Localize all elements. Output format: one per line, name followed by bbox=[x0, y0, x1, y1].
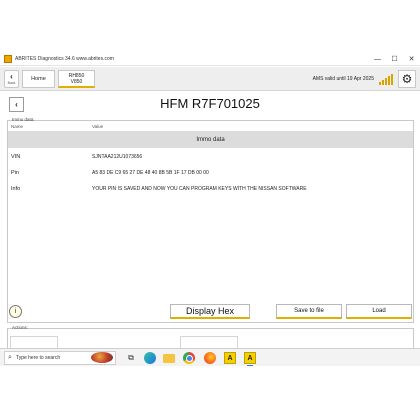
search-placeholder: Type here to search bbox=[15, 355, 61, 361]
settings-gear-icon[interactable]: ⚙ bbox=[398, 70, 416, 88]
save-to-file-button[interactable]: Save to file bbox=[276, 304, 342, 319]
firefox-browser-icon[interactable] bbox=[204, 352, 216, 364]
immo-group-label: Immo data: bbox=[12, 117, 35, 122]
row-value-vin[interactable]: SJNTAA212U1073656 bbox=[92, 154, 142, 160]
info-icon[interactable]: i bbox=[9, 305, 22, 318]
main-toolbar: ‹ Back Home RH850 V850 AMS valid until 1… bbox=[0, 67, 420, 91]
news-widget-icon[interactable] bbox=[91, 352, 113, 363]
column-header-value: Value bbox=[92, 124, 104, 129]
maximize-button[interactable]: ☐ bbox=[386, 52, 403, 66]
row-value-info[interactable]: YOUR PIN IS SAVED AND NOW YOU CAN PROGRA… bbox=[92, 186, 307, 192]
chrome-browser-icon[interactable] bbox=[183, 352, 195, 364]
row-name-pin: Pin bbox=[11, 170, 19, 176]
minimize-button[interactable]: — bbox=[369, 52, 386, 66]
search-icon: ⌕ bbox=[8, 354, 12, 361]
file-explorer-icon[interactable] bbox=[163, 354, 175, 363]
windows-taskbar: ⌕ Type here to search ⧉ A A bbox=[0, 348, 420, 366]
actions-label: Actions: bbox=[12, 325, 29, 330]
back-arrow-icon: ‹ bbox=[10, 72, 13, 81]
immo-section-header: Immo data bbox=[8, 131, 413, 148]
display-hex-button[interactable]: Display Hex bbox=[170, 304, 250, 319]
home-button[interactable]: Home bbox=[22, 70, 55, 88]
immo-data-group bbox=[7, 120, 414, 323]
toolbar-back-label: Back bbox=[7, 81, 16, 85]
ams-validity-text: AMS valid until 19 Apr 2025 bbox=[312, 76, 374, 82]
row-name-info: Info bbox=[11, 186, 21, 192]
close-button[interactable]: ✕ bbox=[403, 52, 420, 66]
module-button[interactable]: RH850 V850 bbox=[58, 70, 95, 88]
window-title: ABRITES Diagnostics 34.6 www.abrites.com bbox=[15, 55, 114, 62]
load-button[interactable]: Load bbox=[346, 304, 412, 319]
column-header-name: Name bbox=[11, 124, 24, 129]
action-button[interactable] bbox=[180, 336, 238, 348]
toolbar-back-button[interactable]: ‹ Back bbox=[4, 70, 19, 88]
module-line2: V850 bbox=[70, 78, 83, 85]
task-view-icon[interactable]: ⧉ bbox=[125, 352, 137, 364]
abrites-active-taskbar-icon[interactable]: A bbox=[244, 352, 256, 366]
window-titlebar: ABRITES Diagnostics 34.6 www.abrites.com… bbox=[0, 52, 420, 66]
row-name-vin: VIN bbox=[11, 154, 21, 160]
page-title: HFM R7F701025 bbox=[160, 96, 260, 111]
signal-strength-icon bbox=[379, 73, 394, 85]
window-controls: — ☐ ✕ bbox=[369, 52, 420, 66]
edge-browser-icon[interactable] bbox=[144, 352, 156, 364]
abrites-app-icon bbox=[4, 54, 12, 63]
abrites-taskbar-icon[interactable]: A bbox=[224, 352, 236, 364]
action-button[interactable] bbox=[10, 336, 58, 348]
row-value-pin[interactable]: A5 83 DE C9 65 27 DE 48 40 8B 5B 1F 17 D… bbox=[92, 170, 209, 176]
